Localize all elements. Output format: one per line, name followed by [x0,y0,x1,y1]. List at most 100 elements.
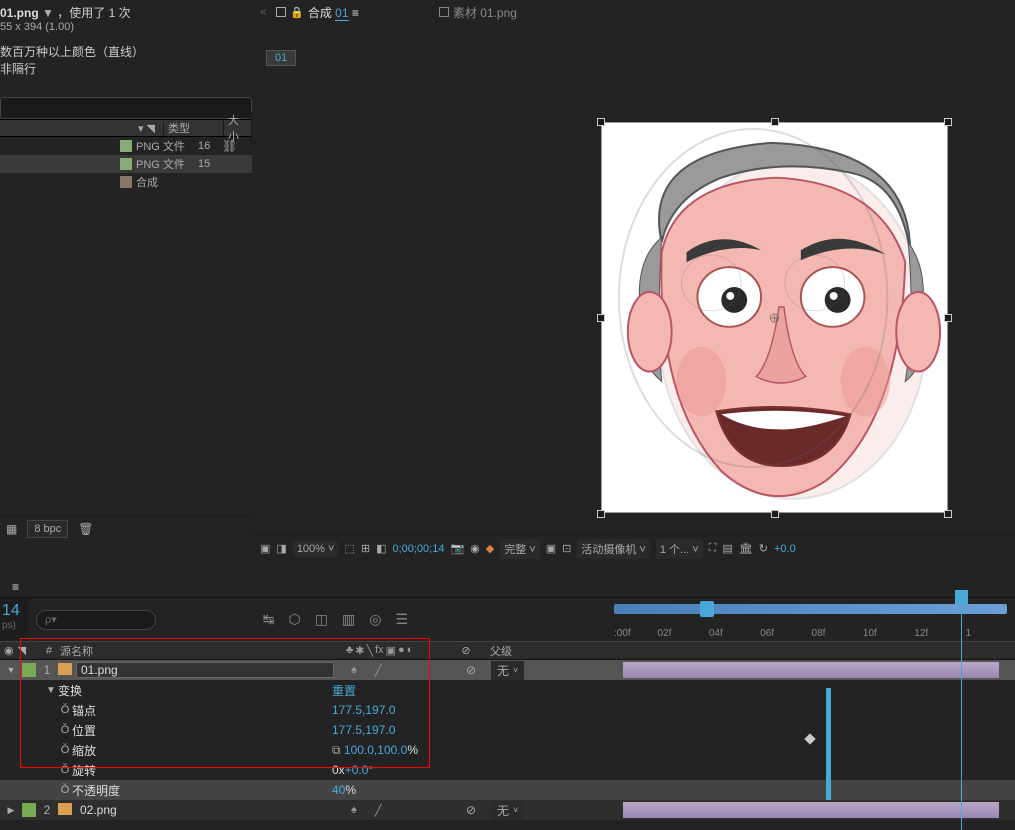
stopwatch-icon[interactable]: Ŏ [58,704,72,716]
reset-link[interactable]: 重置 [332,684,356,698]
stopwatch-icon[interactable]: Ŏ [58,724,72,736]
project-search[interactable] [0,97,252,119]
layer-switches[interactable]: ♠╱ [351,804,451,817]
layer-color-label[interactable] [22,663,36,677]
twirl-icon[interactable]: ▶ [8,805,15,816]
parent-dropdown[interactable]: 无 ˅ [491,661,524,680]
resolution-dropdown[interactable]: 完整 ˅ [500,539,539,559]
stopwatch-icon[interactable]: Ŏ [58,764,72,776]
comp-mini-icon[interactable]: ↹ [263,611,275,628]
graph-editor-icon[interactable]: ◎ [369,611,381,628]
property-position[interactable]: Ŏ 位置 177.5,197.0 [0,720,1015,740]
composition-viewer[interactable]: ⊕ ▣ ◨ 100% ˅ ⬚ ⊞ ◧ 0;00;00;14 📷 [252,68,1015,562]
canvas: ⊕ [601,122,948,513]
twirl-icon[interactable]: ▼ [44,685,58,696]
snapshot-icon[interactable]: 📷 [450,542,464,555]
twirl-icon[interactable]: ▼ [7,665,16,675]
pickwhip-icon[interactable]: ⊘ [451,803,491,817]
project-row[interactable]: PNG 文件 16 ⛓ [0,137,252,155]
stopwatch-icon[interactable]: Ŏ [58,784,72,796]
brainstorm-icon[interactable]: ☰ [395,611,408,628]
property-value[interactable]: 177.5,197.0 [332,703,472,717]
layer-type-icon [58,803,72,815]
resize-handle[interactable] [944,314,952,322]
resize-handle[interactable] [944,510,952,518]
layer-switches[interactable]: ♠╱ [351,664,451,677]
ruler-tick: 04f [707,628,758,639]
property-anchor[interactable]: Ŏ 锚点 177.5,197.0 [0,700,1015,720]
sort-icon[interactable]: ▾ ◥ [0,122,164,135]
property-value[interactable]: 0x+0.0° [332,763,472,777]
layer-row[interactable]: ▶ 2 02.png ♠╱ ⊘ 无 ˅ [0,800,1015,820]
trash-icon[interactable]: 🗑 [78,522,93,536]
property-value[interactable]: ⧉ 100.0,100.0% [332,743,472,758]
timeline-search[interactable]: ρ▾ [36,610,156,630]
property-value[interactable]: 40% [332,783,472,797]
timecode-display[interactable]: 14 ps) [0,598,28,641]
layer-row[interactable]: ▼ 1 01.png ♠╱ ⊘ 无 ˅ [0,660,1015,680]
tab-composition[interactable]: 🔒 合成 01 ≡ [270,2,365,23]
resize-handle[interactable] [597,510,605,518]
lock-column-icon[interactable]: ◥ [18,644,26,657]
layer-bar[interactable] [623,662,999,678]
transparency-icon[interactable]: ⊡ [562,542,571,555]
show-snapshot-icon[interactable]: ◉ [470,542,480,555]
timeline-icon[interactable]: ▤ [722,542,732,555]
resize-handle[interactable] [944,118,952,126]
stopwatch-icon[interactable]: Ŏ [58,744,72,756]
grid-icon[interactable]: ⊞ [361,542,370,555]
tab-scroll-icon[interactable]: « [260,6,266,18]
mask-icon[interactable]: ◧ [376,542,386,555]
resize-handle[interactable] [771,510,779,518]
playhead-head[interactable] [955,590,968,604]
property-rotation[interactable]: Ŏ 旋转 0x+0.0° [0,760,1015,780]
pickwhip-icon[interactable]: ⊘ [451,663,491,677]
dropdown-icon[interactable]: ▼ [42,6,54,20]
draft3d-icon[interactable]: ⬡ [289,611,301,628]
project-row[interactable]: PNG 文件 15 [0,155,252,173]
camera-dropdown[interactable]: 活动摄像机 ˅ [577,539,649,559]
resize-handle[interactable] [771,118,779,126]
zoom-dropdown[interactable]: 100% ˅ [293,541,339,557]
resize-handle[interactable] [597,314,605,322]
tab-footage[interactable]: 素材 01.png [433,2,523,23]
work-area-handle[interactable] [700,601,714,617]
color-mgmt-icon[interactable]: ◆ [486,542,494,555]
reset-exposure-icon[interactable]: ↻ [759,542,768,555]
exposure-value[interactable]: +0.0 [774,543,796,555]
layer-name[interactable]: 02.png [76,803,351,817]
timeline-tab[interactable]: ≡ [4,578,27,596]
property-opacity[interactable]: Ŏ 不透明度 40% [0,780,1015,800]
roi-icon[interactable]: ▣ [546,542,556,555]
interpret-icon[interactable]: ▦ [6,522,17,536]
anchor-point-icon[interactable]: ⊕ [769,309,781,326]
property-value[interactable]: 177.5,197.0 [332,723,472,737]
channel-icon[interactable]: ◨ [276,542,286,555]
canvas-selection[interactable]: ⊕ [597,118,952,518]
res-icon[interactable]: ⬚ [344,542,354,555]
time-ruler[interactable]: :00f 02f 04f 06f 08f 10f 12f 1 [608,598,1015,641]
transform-group[interactable]: ▼ 变换 重置 [0,680,1015,700]
lock-icon[interactable]: 🔒 [290,6,304,19]
display-icon[interactable]: ▣ [260,542,270,555]
bpc-button[interactable]: 8 bpc [27,520,68,538]
resize-handle[interactable] [597,118,605,126]
parent-dropdown[interactable]: 无 ˅ [491,801,524,820]
project-row[interactable]: 合成 [0,173,252,191]
views-dropdown[interactable]: 1 个... ˅ [656,539,703,559]
fast-preview-icon[interactable]: ⛶ [709,542,717,555]
property-scale[interactable]: Ŏ 缩放 ⧉ 100.0,100.0% [0,740,1015,760]
layer-name[interactable]: 01.png [76,662,334,678]
layer-bar[interactable] [623,802,999,818]
column-source-name[interactable]: 源名称 [56,643,346,659]
column-type[interactable]: 类型 [164,120,224,136]
motion-blur-icon[interactable]: ▥ [342,611,355,628]
column-parent[interactable]: 父级 [486,643,616,659]
eye-column-icon[interactable]: ◉ [4,644,14,657]
frame-blend-icon[interactable]: ◫ [315,611,328,628]
flowchart-icon[interactable]: 🏛 [739,542,753,555]
project-item-name: 01.png [0,6,39,20]
layer-color-label[interactable] [22,803,36,817]
breadcrumb-item[interactable]: 01 [266,50,296,66]
timecode[interactable]: 0;00;00;14 [392,543,444,555]
